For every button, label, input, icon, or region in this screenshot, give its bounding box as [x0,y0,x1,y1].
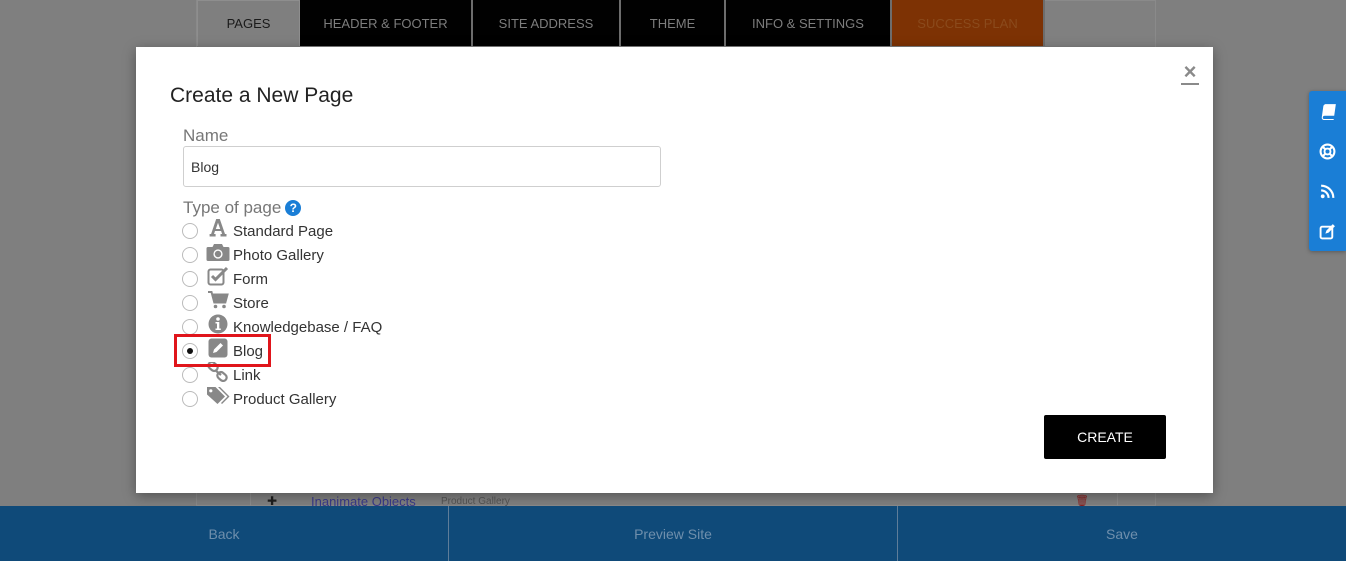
page-type-label: Photo Gallery [233,246,324,264]
page-type-label: Blog [233,342,264,360]
tab-pages[interactable]: PAGES [197,0,300,46]
page-name-input[interactable] [183,146,661,187]
preview-site-button[interactable]: Preview Site [449,506,898,561]
page-type-product-gallery[interactable]: Product Gallery [182,387,382,411]
page-type-label: Form [233,270,268,288]
create-page-modal: × Create a New Page Name Type of page ? … [136,47,1213,493]
page-type-list: Standard Page Photo Gallery Form Store K… [182,219,382,411]
tags-icon [206,384,230,406]
book-icon[interactable] [1309,91,1346,131]
page-type-label: Knowledgebase / FAQ [233,318,383,336]
tab-site-address[interactable]: SITE ADDRESS [473,0,621,46]
back-button[interactable]: Back [0,506,449,561]
type-of-page-text: Type of page [183,198,282,217]
save-button[interactable]: Save [898,506,1346,561]
font-icon [206,216,230,238]
cart-icon [206,288,230,310]
rss-icon[interactable] [1309,171,1346,211]
type-of-page-label: Type of page ? [183,198,302,218]
page-type-label: Store [233,294,269,312]
radio-product-gallery[interactable] [182,391,198,407]
tab-info-settings[interactable]: INFO & SETTINGS [726,0,892,46]
radio-store[interactable] [182,295,198,311]
tab-success-plan[interactable]: SUCCESS PLAN [892,0,1045,46]
page-type-label: Product Gallery [233,390,337,408]
radio-standard[interactable] [182,223,198,239]
page-type-label: Link [233,366,261,384]
radio-link[interactable] [182,367,198,383]
create-button[interactable]: CREATE [1044,415,1166,459]
camera-icon [206,240,230,262]
life-ring-icon[interactable] [1309,131,1346,171]
pencil-square-icon [206,336,230,358]
close-icon[interactable]: × [1181,61,1199,85]
side-toolbar [1309,91,1346,251]
bottom-action-bar: Back Preview Site Save [0,506,1346,561]
help-icon[interactable]: ? [285,200,302,216]
name-label: Name [183,126,229,145]
radio-blog[interactable] [182,343,198,359]
tab-header-footer[interactable]: HEADER & FOOTER [300,0,473,46]
edit-icon[interactable] [1309,211,1346,251]
radio-form[interactable] [182,271,198,287]
tab-theme[interactable]: THEME [621,0,726,46]
info-icon [206,312,230,334]
radio-photo-gallery[interactable] [182,247,198,263]
top-tab-bar: PAGES HEADER & FOOTER SITE ADDRESS THEME… [197,0,1045,46]
checkbox-icon [206,264,230,286]
link-icon [206,360,230,382]
page-type-label: Standard Page [233,222,334,240]
radio-knowledgebase[interactable] [182,319,198,335]
modal-title: Create a New Page [170,84,354,107]
page-list-row: ✚ Inanimate Objects Product Gallery 🗑 [250,492,1118,509]
